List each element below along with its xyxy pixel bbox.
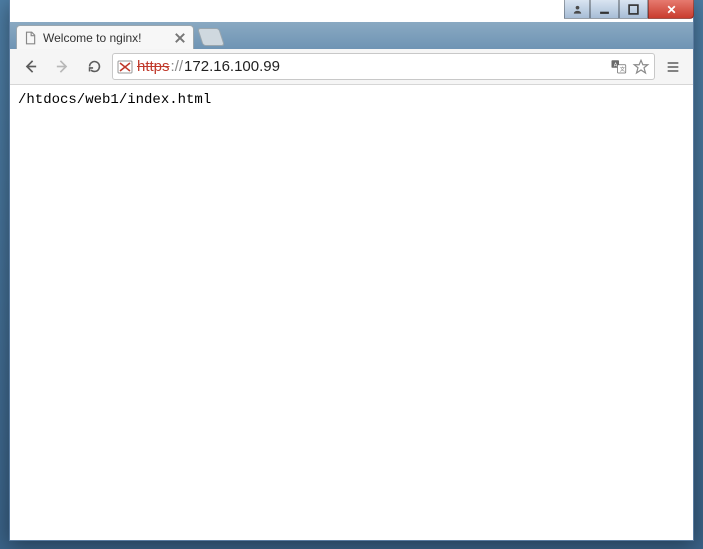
page-viewport: /htdocs/web1/index.html	[10, 85, 693, 540]
bookmark-star-button[interactable]	[632, 59, 650, 75]
url-separator: ://	[171, 59, 184, 74]
svg-text:A: A	[614, 62, 618, 68]
user-icon	[572, 4, 583, 15]
page-favicon	[23, 31, 37, 45]
close-icon	[173, 31, 187, 45]
tab-close-button[interactable]	[173, 31, 187, 45]
close-icon	[666, 4, 677, 15]
page-body-text: /htdocs/web1/index.html	[18, 91, 685, 109]
star-icon	[632, 58, 650, 76]
window-maximize-button[interactable]	[619, 0, 648, 19]
arrow-left-icon	[22, 58, 39, 75]
minimize-icon	[599, 4, 610, 15]
tab-title: Welcome to nginx!	[43, 31, 142, 45]
reload-icon	[86, 58, 103, 75]
back-button[interactable]	[16, 53, 44, 81]
browser-window: Welcome to nginx! https :// 172.16.100.9…	[9, 0, 694, 541]
browser-tab[interactable]: Welcome to nginx!	[16, 25, 194, 49]
url-scheme: https	[137, 59, 170, 74]
menu-icon	[665, 59, 681, 75]
browser-menu-button[interactable]	[659, 53, 687, 81]
security-warning-icon[interactable]	[117, 59, 133, 75]
maximize-icon	[628, 4, 639, 15]
window-minimize-button[interactable]	[590, 0, 619, 19]
browser-toolbar: https :// 172.16.100.99 A文	[10, 49, 693, 85]
arrow-right-icon	[54, 58, 71, 75]
url-host: 172.16.100.99	[184, 59, 280, 74]
window-controls	[564, 0, 694, 19]
address-bar[interactable]: https :// 172.16.100.99 A文	[112, 53, 655, 80]
window-titlebar[interactable]	[10, 0, 693, 22]
window-close-button[interactable]	[648, 0, 694, 19]
translate-icon[interactable]: A文	[610, 59, 628, 75]
window-user-button[interactable]	[564, 0, 590, 19]
tab-strip: Welcome to nginx!	[10, 22, 693, 49]
forward-button[interactable]	[48, 53, 76, 81]
new-tab-button[interactable]	[197, 28, 225, 46]
reload-button[interactable]	[80, 53, 108, 81]
